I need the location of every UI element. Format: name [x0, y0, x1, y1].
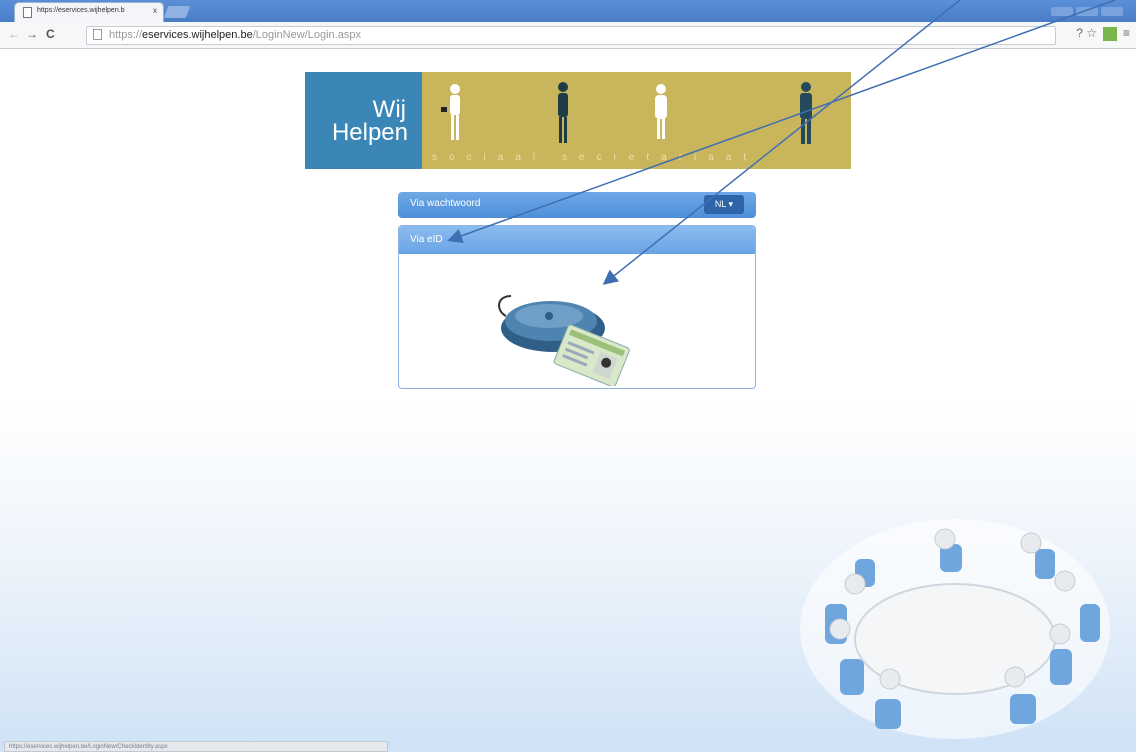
arrow-to-card-reader — [602, 0, 961, 285]
page-content: Wij Helpen sociaal secretariaat Via wach… — [0, 0, 1136, 752]
arrow-to-eid-tab — [447, 0, 1116, 243]
status-bar-url: https://eservices.wijhelpen.be/LoginNew/… — [4, 741, 388, 752]
annotation-arrows — [447, 0, 1116, 285]
